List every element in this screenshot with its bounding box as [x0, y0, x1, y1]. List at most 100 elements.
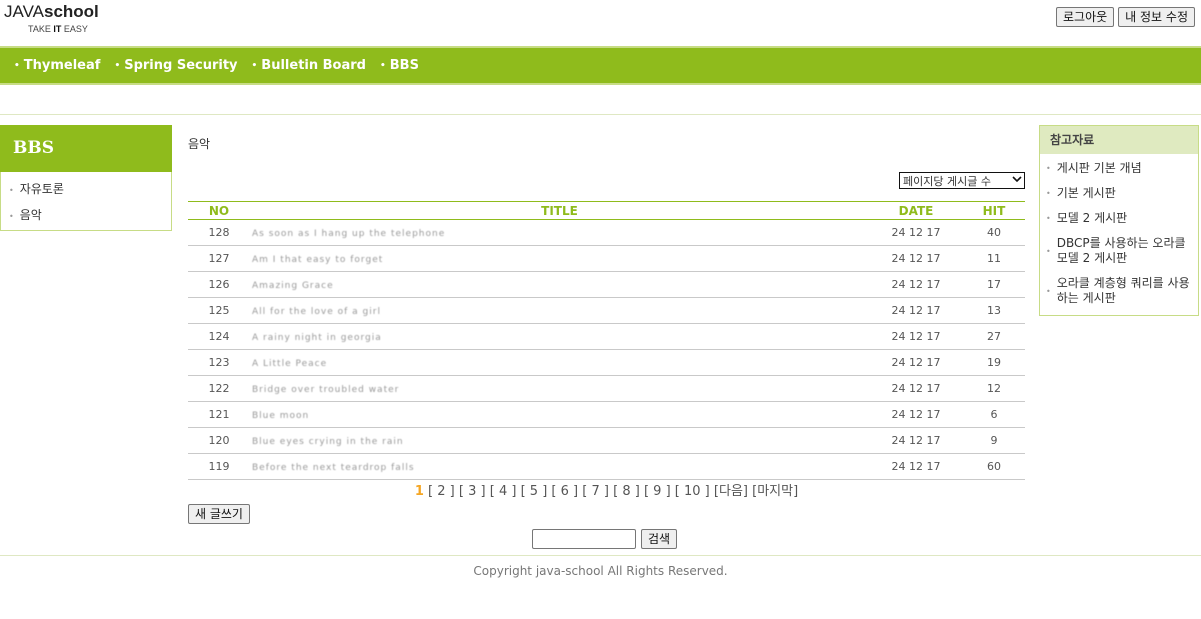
column-header-title: TITLE	[250, 201, 869, 220]
sidebar-item-music[interactable]: • 음악	[1, 202, 171, 228]
site-logo[interactable]: JAVAschool TAKE IT EASY	[4, 2, 99, 34]
row-title-cell: Amazing Grace	[250, 271, 869, 298]
page-number[interactable]: 9	[653, 484, 661, 499]
row-hit: 27	[963, 323, 1025, 350]
post-title-link[interactable]: All for the love of a girl	[252, 307, 381, 317]
row-no: 126	[188, 271, 250, 298]
row-title-cell: A Little Peace	[250, 349, 869, 376]
sidebar-item-free-discussion[interactable]: • 자유토론	[1, 176, 171, 202]
row-no: 127	[188, 245, 250, 272]
row-date: 24 12 17	[869, 323, 963, 350]
row-hit: 9	[963, 427, 1025, 454]
row-hit: 40	[963, 219, 1025, 246]
new-post-button[interactable]: 새 글쓰기	[188, 504, 250, 524]
nav-item-spring-security[interactable]: • Spring Security	[114, 58, 237, 73]
row-hit: 60	[963, 453, 1025, 480]
row-no: 124	[188, 323, 250, 350]
account-buttons: 로그아웃 내 정보 수정	[1055, 7, 1195, 27]
row-no: 119	[188, 453, 250, 480]
row-hit: 6	[963, 401, 1025, 428]
board-title: 음악	[188, 137, 211, 151]
table-row: 127 Am I that easy to forget 24 12 17 11	[188, 245, 1025, 272]
reference-item[interactable]: • 기본 게시판	[1040, 181, 1198, 206]
nav-item-bulletin-board[interactable]: • Bulletin Board	[252, 58, 366, 73]
table-row: 124 A rainy night in georgia 24 12 17 27	[188, 323, 1025, 350]
logo-wordmark: JAVAschool	[4, 2, 99, 21]
row-hit: 17	[963, 271, 1025, 298]
table-row: 120 Blue eyes crying in the rain 24 12 17 9	[188, 427, 1025, 454]
nav-bullet-icon: •	[14, 60, 20, 71]
bullet-icon: •	[1046, 189, 1051, 198]
per-page-select[interactable]: 페이지당 게시글 수	[899, 172, 1025, 189]
column-header-no: NO	[188, 201, 250, 220]
post-title-link[interactable]: Amazing Grace	[252, 281, 334, 291]
row-no: 122	[188, 375, 250, 402]
post-title-link[interactable]: A rainy night in georgia	[252, 333, 382, 343]
table-row: 125 All for the love of a girl 24 12 17 13	[188, 297, 1025, 324]
page-next[interactable]: [다음]	[714, 484, 748, 499]
reference-sidebar: 참고자료 • 게시판 기본 개념 • 기본 게시판 • 모델 2 게시판 • DBCP를…	[1039, 125, 1199, 316]
reference-item[interactable]: • 모델 2 게시판	[1040, 206, 1198, 231]
page-number[interactable]: 4	[499, 484, 507, 499]
row-hit: 13	[963, 297, 1025, 324]
footer-divider	[0, 555, 1201, 556]
column-header-date: DATE	[869, 201, 963, 220]
table-header-row: NO TITLE DATE HIT	[188, 201, 1025, 220]
logo-tagline: TAKE IT EASY	[28, 24, 88, 34]
bullet-icon: •	[1046, 286, 1051, 296]
table-row: 123 A Little Peace 24 12 17 19	[188, 349, 1025, 376]
page-link: [ 8 ]	[608, 484, 640, 499]
page-number[interactable]: 3	[468, 484, 476, 499]
post-title-link[interactable]: As soon as I hang up the telephone	[252, 229, 445, 239]
row-date: 24 12 17	[869, 427, 963, 454]
search-input[interactable]	[532, 529, 636, 549]
bullet-icon: •	[1046, 214, 1051, 223]
page-number[interactable]: 2	[437, 484, 445, 499]
pagination: 1 [ 2 ] [ 3 ] [ 4 ] [ 5 ] [ 6 ] [ 7 ] [ …	[188, 480, 1025, 499]
row-title-cell: A rainy night in georgia	[250, 323, 869, 350]
row-date: 24 12 17	[869, 245, 963, 272]
post-title-link[interactable]: A Little Peace	[252, 359, 327, 369]
row-hit: 12	[963, 375, 1025, 402]
reference-item[interactable]: • 오라클 계층형 쿼리를 사용하는 게시판	[1040, 271, 1198, 311]
table-row: 122 Bridge over troubled water 24 12 17 12	[188, 375, 1025, 402]
page-number[interactable]: 10	[684, 484, 701, 499]
row-title-cell: Blue eyes crying in the rain	[250, 427, 869, 454]
page-link: [ 2 ]	[428, 484, 455, 499]
bullet-icon: •	[9, 186, 14, 195]
reference-item[interactable]: • 게시판 기본 개념	[1040, 156, 1198, 181]
row-title-cell: As soon as I hang up the telephone	[250, 219, 869, 246]
nav-bullet-icon: •	[251, 60, 258, 71]
page-number[interactable]: 6	[561, 484, 569, 499]
post-title-link[interactable]: Blue moon	[252, 411, 309, 421]
reference-item[interactable]: • DBCP를 사용하는 오라클 모델 2 게시판	[1040, 231, 1198, 271]
page-link: [ 9 ]	[639, 484, 671, 499]
page-number[interactable]: 5	[530, 484, 538, 499]
post-table: NO TITLE DATE HIT 128 As soon as I hang u…	[188, 201, 1025, 480]
page-number[interactable]: 7	[591, 484, 599, 499]
row-date: 24 12 17	[869, 219, 963, 246]
main-nav: • Thymeleaf • Spring Security • Bulletin Bo…	[0, 46, 1201, 85]
row-date: 24 12 17	[869, 453, 963, 480]
page-number[interactable]: 8	[622, 484, 630, 499]
logout-button[interactable]: 로그아웃	[1055, 7, 1115, 27]
post-title-link[interactable]: Bridge over troubled water	[252, 385, 399, 395]
page-current: 1	[414, 484, 424, 499]
nav-bullet-icon: •	[114, 60, 121, 71]
search-form: 검색	[532, 529, 678, 549]
post-title-link[interactable]: Am I that easy to forget	[252, 255, 383, 265]
table-row: 128 As soon as I hang up the telephone 24 …	[188, 219, 1025, 246]
nav-item-bbs[interactable]: • BBS	[380, 58, 419, 73]
post-title-link[interactable]: Blue eyes crying in the rain	[252, 437, 404, 447]
row-hit: 11	[963, 245, 1025, 272]
row-no: 128	[188, 219, 250, 246]
nav-item-thymeleaf[interactable]: • Thymeleaf	[14, 58, 100, 73]
page-link: [ 5 ]	[516, 484, 548, 499]
left-sidebar: BBS • 자유토론 • 음악	[0, 125, 172, 231]
search-button[interactable]: 검색	[641, 529, 678, 549]
row-title-cell: All for the love of a girl	[250, 297, 869, 324]
edit-profile-button[interactable]: 내 정보 수정	[1118, 7, 1195, 27]
page-last[interactable]: [마지막]	[752, 484, 798, 499]
page-link: [ 7 ]	[578, 484, 609, 499]
post-title-link[interactable]: Before the next teardrop falls	[252, 463, 415, 473]
